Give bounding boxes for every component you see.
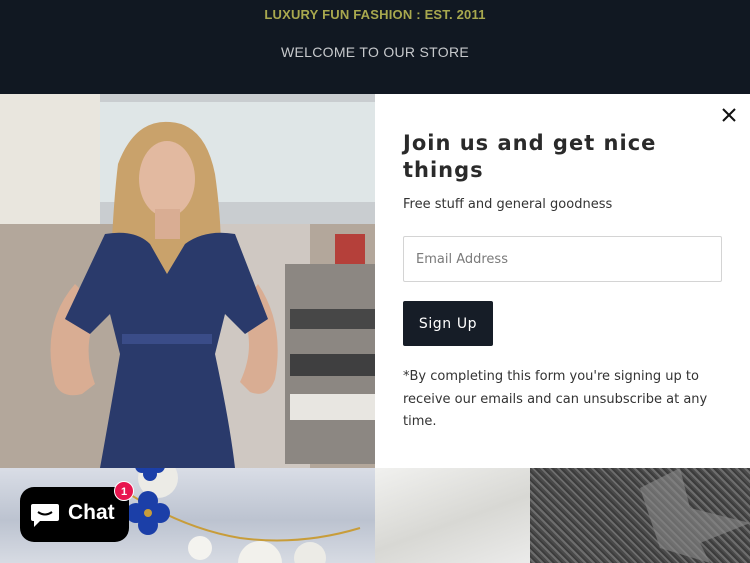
announcement-bar: LUXURY FUN FASHION : EST. 2011 WELCOME T… (0, 0, 750, 94)
product-tile-white[interactable] (375, 468, 530, 563)
close-icon[interactable] (719, 105, 739, 125)
popup-subheading: Free stuff and general goodness (403, 197, 613, 212)
product-tile-star[interactable] (530, 468, 750, 563)
chat-bubble-icon (30, 502, 60, 532)
chat-button[interactable]: Chat (20, 487, 129, 542)
chat-unread-badge: 1 (114, 481, 134, 501)
star-texture-image (640, 468, 750, 563)
signup-disclaimer: *By completing this form you're signing … (403, 369, 708, 429)
model-image (0, 94, 375, 468)
email-field[interactable] (403, 236, 722, 282)
chat-label: Chat (68, 501, 115, 524)
welcome-message: WELCOME TO OUR STORE (280, 44, 470, 60)
signup-button[interactable]: Sign Up (403, 301, 493, 346)
popup-model-photo (0, 94, 375, 468)
store-tagline: LUXURY FUN FASHION : EST. 2011 (264, 7, 486, 22)
popup-heading: Join us and get nice things (403, 131, 657, 182)
